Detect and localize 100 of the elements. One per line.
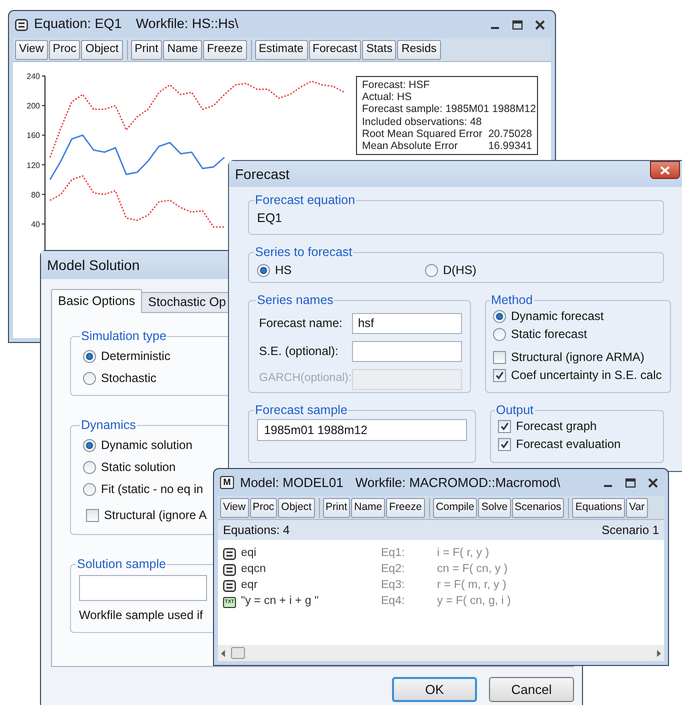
checkbox[interactable] (493, 350, 506, 364)
toolbar-button[interactable]: View (15, 40, 48, 60)
field-label: S.E. (optional): (259, 343, 340, 360)
close-icon[interactable] (535, 20, 545, 30)
toolbar-button[interactable]: Resids (397, 40, 441, 60)
axis-tick-label: 40 (31, 220, 40, 229)
radio-button[interactable] (83, 482, 96, 496)
toolbar-button[interactable]: Freeze (386, 498, 425, 518)
radio-label: Fit (static - no eq in (101, 481, 204, 498)
toolbar-button[interactable]: Proc (48, 40, 80, 60)
window-title: Equation: EQ1 (34, 15, 122, 34)
group-title: Method (490, 293, 534, 307)
toolbar-button[interactable]: Freeze (202, 40, 247, 60)
toolbar-button[interactable]: View (220, 498, 249, 518)
toolbar-button[interactable]: Object (278, 498, 315, 518)
radio-label: Dynamic solution (101, 437, 192, 454)
stats-label: Included observations: 48 (362, 116, 482, 128)
radio-button[interactable] (257, 264, 270, 276)
field-label: GARCH(optional): (259, 371, 352, 386)
toolbar-button[interactable]: Solve (478, 498, 511, 518)
equation-formula: y = F( cn, g, i ) (437, 594, 511, 610)
checkbox-label: Forecast graph (516, 418, 597, 435)
group-title: Output (495, 403, 535, 417)
toolbar-button[interactable]: Print (322, 498, 350, 518)
stats-label: Forecast sample: 1985M01 1988M12 (362, 103, 536, 116)
close-button[interactable] (650, 161, 680, 179)
radio-label: Stochastic (101, 370, 156, 387)
dialog-button[interactable]: Cancel (489, 677, 574, 702)
equation-label: Eq4: (381, 594, 406, 610)
toolbar-button[interactable]: Proc (250, 498, 278, 518)
stats-label: Actual: HS (362, 91, 412, 104)
group-title: Forecast equation (254, 193, 356, 207)
checkbox[interactable] (498, 438, 511, 450)
dialog-button[interactable]: OK (392, 677, 477, 702)
toolbar-button[interactable]: Compile (432, 498, 478, 518)
radio-button[interactable] (493, 328, 506, 340)
sample-note: Workfile sample used if (79, 607, 204, 624)
group-title: Simulation type (80, 329, 168, 343)
checkbox[interactable] (498, 420, 511, 432)
text-field[interactable]: hsf (352, 312, 462, 334)
toolbar-button[interactable]: Var (626, 498, 648, 518)
tab[interactable]: Basic Options (51, 289, 142, 313)
toolbar-button[interactable]: Estimate (254, 40, 308, 60)
status-text: Equations: 4 (223, 522, 290, 539)
toolbar-button[interactable]: Object (81, 40, 123, 60)
toolbar-button[interactable]: Name (351, 498, 386, 518)
radio-label: Static solution (101, 459, 176, 476)
equation-name[interactable]: eqi (241, 545, 381, 563)
toolbar-button[interactable]: Scenarios (512, 498, 564, 518)
stats-label: Forecast: HSF (362, 79, 430, 92)
text-field[interactable] (352, 340, 462, 362)
equals-icon (223, 564, 236, 576)
horizontal-scrollbar[interactable] (218, 645, 664, 661)
equation-name[interactable]: eqcn (241, 561, 381, 579)
equation-name[interactable]: "y = cn + i + g " (241, 593, 381, 611)
scrollbar-thumb[interactable] (231, 647, 245, 659)
radio-button[interactable] (83, 438, 96, 452)
radio-button[interactable] (425, 264, 438, 276)
toolbar-button[interactable]: Forecast (308, 40, 362, 60)
sample-input[interactable] (79, 575, 207, 601)
scroll-right-icon[interactable] (656, 650, 661, 656)
checkbox[interactable] (86, 508, 99, 522)
sample-field[interactable]: 1985m01 1988m12 (257, 419, 467, 441)
model-icon: M (220, 476, 234, 489)
equation-label: Eq2: (381, 562, 406, 578)
stats-value: 20.75028 (488, 128, 532, 140)
axis-tick-label: 120 (26, 160, 40, 170)
toolbar-button[interactable]: Equations (572, 498, 626, 518)
stats-label: Mean Absolute Error (362, 140, 458, 152)
checkbox-label: Coef uncertainty in S.E. calc (511, 367, 662, 384)
maximize-icon[interactable] (512, 20, 523, 30)
window-workfile: Workfile: MACROMOD::Macromod\ (355, 474, 560, 492)
radio-button[interactable] (83, 460, 96, 474)
toolbar-button[interactable]: Print (130, 40, 162, 60)
scroll-left-icon[interactable] (221, 650, 226, 656)
equals-icon (223, 548, 236, 560)
axis-tick-label: 240 (26, 72, 40, 81)
radio-button[interactable] (83, 372, 96, 384)
checkbox[interactable] (493, 368, 506, 382)
equation-name[interactable]: eqr (241, 577, 381, 595)
axis-tick-label: 80 (31, 190, 40, 200)
dialog-title: Forecast (235, 164, 290, 184)
window-workfile: Workfile: HS::Hs\ (136, 15, 238, 34)
equation-label: Eq3: (381, 578, 406, 594)
radio-label: HS (275, 262, 292, 279)
equation-formula: i = F( r, y ) (437, 546, 490, 562)
radio-button[interactable] (83, 350, 96, 362)
maximize-icon[interactable] (625, 478, 636, 488)
group-title: Series names (256, 293, 334, 307)
toolbar-button[interactable]: Stats (362, 40, 396, 60)
radio-label: Deterministic (101, 348, 170, 365)
equation-formula: r = F( m, r, y ) (437, 578, 506, 594)
toolbar-button[interactable]: Name (163, 40, 202, 60)
equals-icon (223, 580, 236, 592)
close-icon[interactable] (648, 478, 658, 488)
equation-label: Eq1: (381, 546, 406, 562)
group-title: Dynamics (80, 418, 137, 432)
checkbox-label: Forecast evaluation (516, 436, 621, 453)
equals-icon (15, 18, 28, 30)
radio-button[interactable] (493, 310, 506, 322)
